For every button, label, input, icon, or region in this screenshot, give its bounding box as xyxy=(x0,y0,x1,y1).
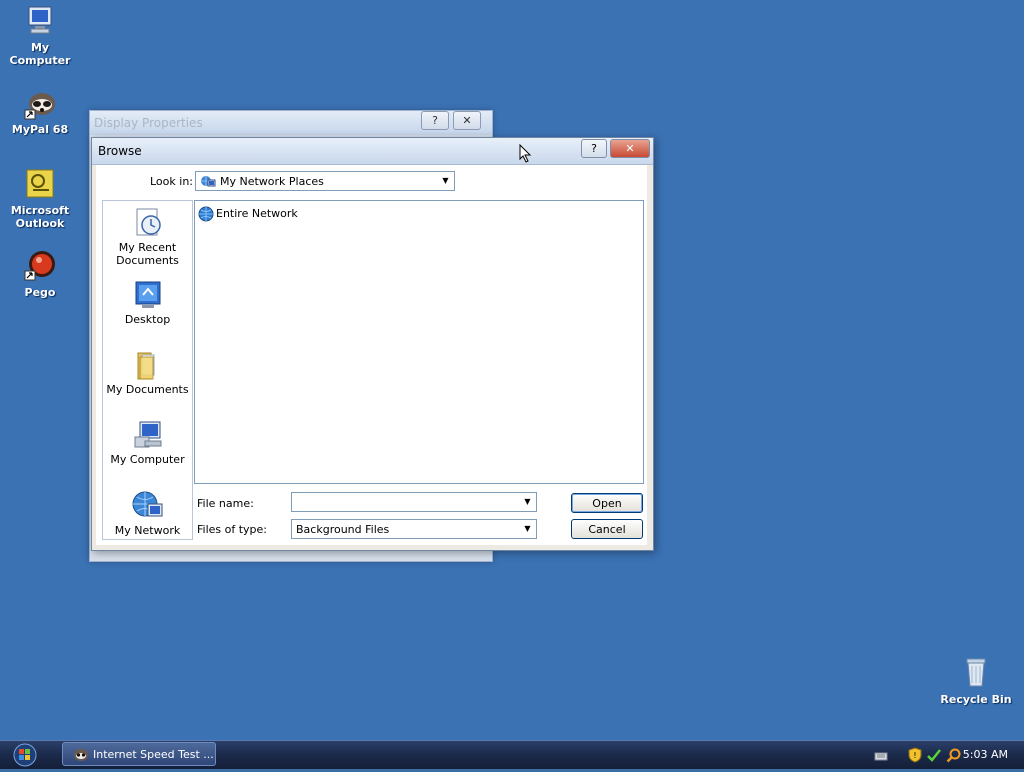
computer-icon xyxy=(131,419,165,451)
dialog-titlebar[interactable]: Browse ? ✕ xyxy=(92,138,653,165)
close-button[interactable]: ✕ xyxy=(453,111,481,130)
recycle-bin-icon xyxy=(959,656,993,690)
file-name-field[interactable]: ▼ xyxy=(291,492,537,512)
chevron-down-icon[interactable]: ▼ xyxy=(519,493,536,511)
clock[interactable]: 5:03 AM xyxy=(963,741,1008,769)
folder-icon xyxy=(131,349,165,381)
places-bar: My Recent Documents Desktop My Documents xyxy=(102,200,193,540)
recent-documents-icon xyxy=(131,207,165,239)
list-item[interactable]: Entire Network xyxy=(198,205,298,223)
keyboard-icon[interactable] xyxy=(874,748,888,762)
chevron-down-icon[interactable]: ▼ xyxy=(519,520,536,538)
place-label: My Recent Documents xyxy=(116,241,179,267)
start-button[interactable] xyxy=(8,743,42,767)
help-button[interactable]: ? xyxy=(421,111,449,130)
network-status-icon[interactable] xyxy=(926,747,942,763)
place-my-documents[interactable]: My Documents xyxy=(103,349,192,396)
desktop-icon xyxy=(131,279,165,311)
file-name: Entire Network xyxy=(216,207,298,220)
look-in-label: Look in: xyxy=(150,175,193,188)
desktop-icon-mypal[interactable]: MyPal 68 xyxy=(0,86,80,136)
search-icon[interactable] xyxy=(946,747,962,763)
desktop-icon-pego[interactable]: Pego xyxy=(0,249,80,299)
network-places-icon xyxy=(200,174,216,190)
network-globe-icon xyxy=(131,490,165,522)
taskbar-item-label: Internet Speed Test ... xyxy=(93,748,214,761)
chevron-down-icon[interactable]: ▼ xyxy=(437,172,454,190)
place-label: My Computer xyxy=(110,453,185,466)
svg-text:!: ! xyxy=(913,751,916,760)
look-in-dropdown[interactable]: My Network Places ▼ xyxy=(195,171,455,191)
desktop-icon-label: My Computer xyxy=(9,41,71,67)
security-shield-icon[interactable]: ! xyxy=(908,747,922,763)
desktop-icon-recycle-bin[interactable]: Recycle Bin xyxy=(936,656,1016,706)
file-name-label: File name: xyxy=(197,497,254,510)
raccoon-icon xyxy=(23,86,57,120)
place-label: My Documents xyxy=(106,383,189,396)
red-orb-icon xyxy=(23,249,57,283)
desktop-icon-label: MyPal 68 xyxy=(11,123,69,136)
dialog-body: Look in: My Network Places ▼ My Recent D… xyxy=(96,165,647,545)
desktop-icon-outlook[interactable]: Microsoft Outlook xyxy=(0,167,80,230)
mouse-cursor-icon xyxy=(519,143,533,164)
place-my-network[interactable]: My Network xyxy=(103,490,192,537)
desktop-icon-label: Microsoft Outlook xyxy=(10,204,70,230)
place-label: Desktop xyxy=(124,313,171,326)
browse-dialog[interactable]: Browse ? ✕ Look in: My Network Places ▼ xyxy=(91,137,654,551)
globe-network-icon xyxy=(198,206,214,222)
file-type-value: Background Files xyxy=(296,523,390,536)
desktop: My Computer MyPal 68 Microsoft Outlook P… xyxy=(0,0,1024,740)
file-type-label: Files of type: xyxy=(197,523,268,536)
help-button[interactable]: ? xyxy=(581,139,607,158)
place-my-recent-documents[interactable]: My Recent Documents xyxy=(103,207,192,267)
place-label: My Network xyxy=(114,524,181,537)
taskbar: Internet Speed Test ... ! 5:03 AM xyxy=(0,740,1024,769)
file-list[interactable]: Entire Network xyxy=(194,200,644,484)
file-type-dropdown[interactable]: Background Files ▼ xyxy=(291,519,537,539)
desktop-icon-label: Recycle Bin xyxy=(940,693,1012,706)
dialog-title: Browse xyxy=(98,144,142,158)
outlook-icon xyxy=(23,167,57,201)
raccoon-icon xyxy=(73,747,89,763)
system-tray: ! 5:03 AM xyxy=(864,741,1024,769)
taskbar-item-internet-speed-test[interactable]: Internet Speed Test ... xyxy=(62,742,216,766)
look-in-value: My Network Places xyxy=(220,175,324,188)
cancel-button[interactable]: Cancel xyxy=(571,519,643,539)
close-button[interactable]: ✕ xyxy=(610,139,650,158)
monitor-icon xyxy=(23,4,57,38)
desktop-icon-my-computer[interactable]: My Computer xyxy=(0,4,80,67)
desktop-icon-label: Pego xyxy=(24,286,56,299)
place-desktop[interactable]: Desktop xyxy=(103,279,192,326)
open-button[interactable]: Open xyxy=(571,493,643,513)
place-my-computer[interactable]: My Computer xyxy=(103,419,192,466)
